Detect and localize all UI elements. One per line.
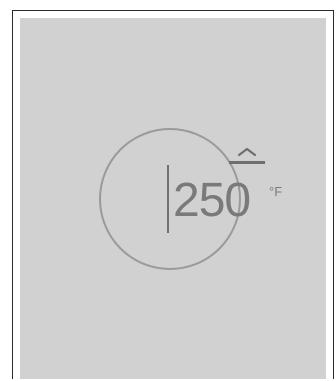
increase-temperature-button[interactable] <box>226 144 268 170</box>
chevron-up-icon <box>229 147 265 164</box>
temperature-value[interactable]: 250 <box>173 171 251 231</box>
text-cursor <box>167 165 169 233</box>
temperature-unit: °F <box>269 184 283 199</box>
panel-footer <box>20 349 326 379</box>
